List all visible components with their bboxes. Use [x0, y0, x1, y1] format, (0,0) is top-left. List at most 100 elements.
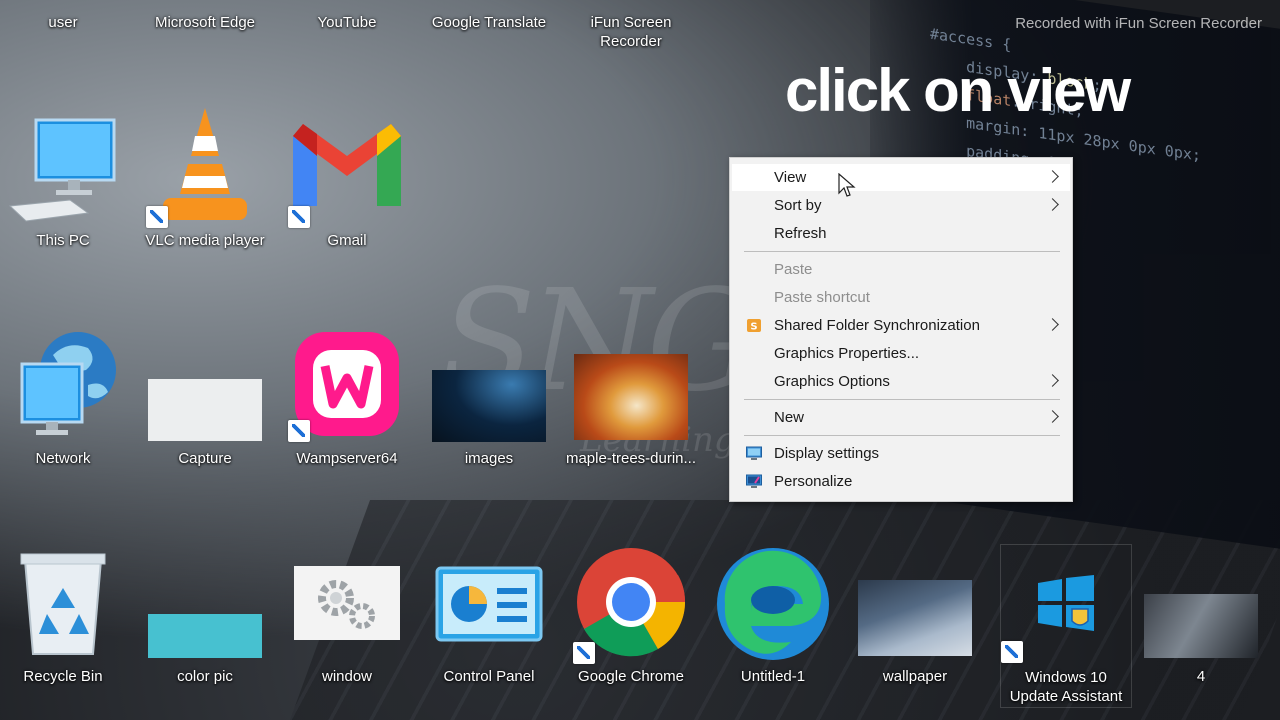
chevron-right-icon — [1048, 368, 1060, 395]
icon-label: Capture — [178, 450, 232, 467]
network-icon — [20, 332, 116, 435]
icon-label: color pic — [177, 668, 233, 685]
desktop-icon-wallpaper[interactable]: wallpaper — [844, 546, 986, 706]
desktop-context-menu: View Sort by Refresh Paste Paste shortcu… — [729, 157, 1073, 502]
icon-label: Windows 10 Update Assistant — [1009, 669, 1123, 705]
shortcut-arrow-icon — [288, 420, 310, 442]
icon-label: Gmail — [327, 232, 367, 249]
menu-item-label: Graphics Options — [774, 373, 890, 390]
desktop-icon-color-pic[interactable]: color pic — [134, 546, 276, 706]
windows-icon — [1038, 575, 1094, 631]
icon-label: Recycle Bin — [23, 668, 103, 685]
desktop-icon-google-translate[interactable]: Google Translate — [418, 13, 560, 32]
icon-label: iFun Screen Recorder — [590, 14, 672, 50]
sync-icon: S — [747, 319, 761, 333]
menu-item-shared-folder-sync[interactable]: S Shared Folder Synchronization — [732, 312, 1070, 339]
icon-label: Google Chrome — [578, 668, 684, 685]
icon-label: user — [48, 14, 78, 31]
menu-item-new[interactable]: New — [732, 404, 1070, 431]
image-thumbnail — [148, 379, 262, 441]
menu-item-view[interactable]: View — [732, 164, 1070, 191]
menu-item-personalize[interactable]: Personalize — [732, 468, 1070, 495]
desktop-icon-gmail[interactable]: Gmail — [276, 110, 418, 250]
desktop-icon-images[interactable]: images — [418, 328, 560, 468]
desktop-icon-wampserver[interactable]: Wampserver64 — [276, 328, 418, 468]
chevron-right-icon — [1048, 404, 1060, 431]
svg-text:S: S — [750, 322, 757, 333]
menu-item-label: Refresh — [774, 225, 827, 242]
desktop-icon-microsoft-edge[interactable]: Microsoft Edge — [134, 13, 276, 32]
icon-label: Network — [35, 450, 91, 467]
gear-icon — [318, 580, 375, 629]
shortcut-arrow-icon — [146, 206, 168, 228]
this-pc-icon — [8, 118, 116, 222]
desktop-icon-google-chrome[interactable]: Google Chrome — [560, 546, 702, 706]
display-icon — [746, 446, 762, 460]
icon-label: wallpaper — [882, 668, 948, 685]
desktop-icon-network[interactable]: Network — [0, 328, 134, 468]
icon-label: 4 — [1196, 668, 1206, 685]
menu-item-label: Sort by — [774, 197, 822, 214]
chevron-right-icon — [1048, 312, 1060, 339]
icon-label: Wampserver64 — [296, 450, 398, 467]
menu-item-label: New — [774, 409, 805, 426]
menu-item-label: View — [774, 169, 807, 186]
menu-item-label: Graphics Properties... — [774, 345, 920, 362]
desktop-icon-youtube[interactable]: YouTube — [276, 13, 418, 32]
image-thumbnail — [1144, 594, 1258, 658]
recorder-watermark: Recorded with iFun Screen Recorder — [1015, 15, 1262, 32]
menu-item-label: Shared Folder Synchronization — [774, 317, 980, 334]
desktop-icon-windows-update[interactable]: Windows 10 Update Assistant — [1000, 544, 1132, 708]
tutorial-caption: click on view — [785, 57, 1131, 124]
menu-item-display-settings[interactable]: Display settings — [732, 440, 1070, 467]
icon-label: YouTube — [317, 14, 377, 31]
menu-item-label: Paste — [774, 261, 813, 278]
menu-item-label: Paste shortcut — [774, 289, 870, 306]
desktop-icon-ifun-recorder[interactable]: iFun Screen Recorder — [560, 13, 702, 51]
icon-label: window — [321, 668, 373, 685]
menu-item-paste[interactable]: Paste — [732, 256, 1070, 283]
desktop-icon-vlc[interactable]: VLC media player — [134, 108, 276, 250]
menu-item-graphics-properties[interactable]: Graphics Properties... — [732, 340, 1070, 367]
window-thumbnail — [294, 566, 400, 640]
desktop-icon-recycle-bin[interactable]: Recycle Bin — [0, 546, 134, 706]
menu-item-label: Personalize — [774, 473, 853, 490]
menu-item-graphics-options[interactable]: Graphics Options — [732, 368, 1070, 395]
icon-label: This PC — [36, 232, 90, 249]
desktop-icon-untitled-1[interactable]: Untitled-1 — [702, 546, 844, 706]
menu-item-refresh[interactable]: Refresh — [732, 220, 1070, 247]
icon-label: Microsoft Edge — [154, 14, 256, 31]
chevron-right-icon — [1048, 192, 1060, 219]
menu-separator — [744, 251, 1060, 252]
shortcut-arrow-icon — [288, 206, 310, 228]
desktop-icon-capture[interactable]: Capture — [134, 328, 276, 468]
desktop-icon-control-panel[interactable]: Control Panel — [418, 546, 560, 706]
desktop-icon-4[interactable]: 4 — [1130, 546, 1272, 706]
chevron-right-icon — [1048, 164, 1060, 191]
icon-label: VLC media player — [145, 232, 265, 249]
menu-item-paste-shortcut[interactable]: Paste shortcut — [732, 284, 1070, 311]
gmail-icon — [293, 124, 401, 206]
image-thumbnail — [858, 580, 972, 656]
mouse-cursor-icon — [838, 173, 856, 197]
desktop-icon-user[interactable]: user — [0, 13, 134, 32]
desktop-icon-window[interactable]: window — [276, 546, 418, 706]
shortcut-arrow-icon — [573, 642, 595, 664]
icon-label: Untitled-1 — [740, 668, 806, 685]
personalize-icon — [746, 474, 762, 488]
shortcut-arrow-icon — [1001, 641, 1023, 663]
menu-item-sort-by[interactable]: Sort by — [732, 192, 1070, 219]
edge-icon — [717, 548, 829, 660]
vlc-icon — [163, 108, 247, 220]
icon-label: maple-trees-durin... — [565, 450, 697, 467]
control-panel-icon — [435, 566, 543, 642]
desktop-icon-maple-trees[interactable]: maple-trees-durin... — [560, 328, 702, 468]
desktop-icon-this-pc[interactable]: This PC — [0, 110, 134, 250]
icon-label: images — [464, 450, 514, 467]
icon-label: Control Panel — [443, 668, 535, 685]
image-thumbnail — [432, 370, 546, 442]
image-thumbnail — [148, 614, 262, 658]
recycle-bin-icon — [20, 553, 106, 655]
menu-item-label: Display settings — [774, 445, 880, 462]
image-thumbnail — [574, 354, 688, 440]
